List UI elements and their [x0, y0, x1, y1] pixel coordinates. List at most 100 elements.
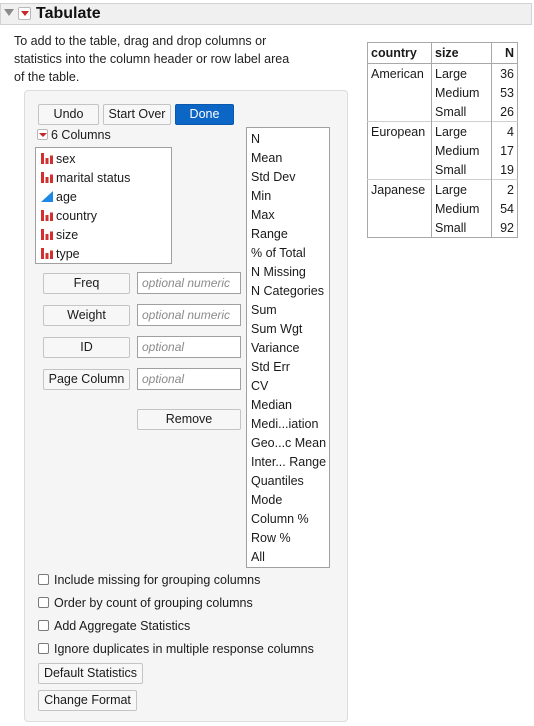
- statistic-item[interactable]: Std Err: [247, 358, 329, 377]
- column-name: age: [56, 190, 77, 204]
- n-cell: 92: [500, 220, 514, 235]
- checkbox[interactable]: [38, 643, 49, 654]
- size-cell: Small: [431, 218, 492, 238]
- statistic-item[interactable]: Column %: [247, 510, 329, 529]
- weight-role-button[interactable]: Weight: [43, 305, 130, 326]
- column-item[interactable]: type: [36, 245, 171, 264]
- size-cell: Medium: [431, 83, 492, 102]
- statistic-item[interactable]: Medi...iation: [247, 415, 329, 434]
- size-cell: Large: [431, 63, 492, 83]
- size-cell: Large: [431, 179, 492, 199]
- country-cell: American: [367, 63, 432, 83]
- statistic-item[interactable]: N: [247, 130, 329, 149]
- statistic-item[interactable]: Mean: [247, 149, 329, 168]
- collapse-triangle-icon[interactable]: [4, 9, 14, 16]
- statistic-item[interactable]: Std Dev: [247, 168, 329, 187]
- include-missing-option[interactable]: Include missing for grouping columns: [38, 573, 260, 587]
- n-cell: 36: [500, 66, 514, 81]
- country-cell: Japanese: [367, 179, 432, 199]
- statistic-item[interactable]: % of Total: [247, 244, 329, 263]
- table-row: Medium 17: [367, 141, 518, 160]
- checkbox[interactable]: [38, 620, 49, 631]
- statistic-item[interactable]: Min: [247, 187, 329, 206]
- statistic-item[interactable]: Mode: [247, 491, 329, 510]
- country-cell: [367, 141, 432, 160]
- order-by-count-option[interactable]: Order by count of grouping columns: [38, 596, 253, 610]
- statistic-item[interactable]: All: [247, 548, 329, 567]
- country-cell: [367, 83, 432, 102]
- option-label: Ignore duplicates in multiple response c…: [54, 642, 314, 656]
- checkbox[interactable]: [38, 574, 49, 585]
- id-role-button[interactable]: ID: [43, 337, 130, 358]
- change-format-button[interactable]: Change Format: [38, 690, 137, 711]
- table-row: Small 92: [367, 218, 518, 238]
- country-cell: [367, 199, 432, 218]
- bar-chart-icon: [40, 171, 54, 184]
- remove-button[interactable]: Remove: [137, 409, 241, 430]
- column-name: country: [56, 209, 97, 223]
- table-row: American Large 36: [367, 63, 518, 83]
- statistic-item[interactable]: Max: [247, 206, 329, 225]
- bar-chart-icon: [40, 209, 54, 222]
- statistic-item[interactable]: N Categories: [247, 282, 329, 301]
- tabulate-title-bar: Tabulate: [0, 3, 532, 25]
- weight-drop-field[interactable]: optional numeric: [137, 304, 241, 326]
- column-name: size: [56, 228, 79, 242]
- default-statistics-button[interactable]: Default Statistics: [38, 663, 143, 684]
- table-row: European Large 4: [367, 121, 518, 141]
- size-cell: Medium: [431, 141, 492, 160]
- option-label: Order by count of grouping columns: [54, 596, 253, 610]
- statistic-item[interactable]: Geo...c Mean: [247, 434, 329, 453]
- done-button[interactable]: Done: [175, 104, 234, 125]
- instruction-line: statistics into the column header or row…: [14, 52, 290, 66]
- statistics-list[interactable]: N Mean Std Dev Min Max Range% of Total N Missi…: [246, 127, 330, 568]
- statistic-item[interactable]: Range: [247, 225, 329, 244]
- checkbox[interactable]: [38, 597, 49, 608]
- column-item[interactable]: size: [36, 226, 171, 245]
- undo-button[interactable]: Undo: [38, 104, 99, 125]
- option-label: Include missing for grouping columns: [54, 573, 261, 587]
- results-table[interactable]: country size N American Large 36 Medium 53 Sm…: [367, 42, 518, 238]
- statistic-item[interactable]: Median: [247, 396, 329, 415]
- freq-role-button[interactable]: Freq: [43, 273, 130, 294]
- freq-drop-field[interactable]: optional numeric: [137, 272, 241, 294]
- start-over-button[interactable]: Start Over: [103, 104, 171, 125]
- column-header-country[interactable]: country: [367, 42, 432, 64]
- country-cell: European: [367, 121, 432, 141]
- statistic-item[interactable]: Sum Wgt: [247, 320, 329, 339]
- ignore-duplicates-option[interactable]: Ignore duplicates in multiple response c…: [38, 642, 314, 656]
- red-triangle-menu-icon[interactable]: [37, 129, 48, 140]
- bar-chart-icon: [40, 152, 54, 165]
- statistic-item[interactable]: Variance: [247, 339, 329, 358]
- statistic-item[interactable]: CV: [247, 377, 329, 396]
- column-header-size[interactable]: size: [431, 42, 492, 64]
- size-cell: Medium: [431, 199, 492, 218]
- n-cell: 26: [500, 104, 514, 119]
- column-item[interactable]: country: [36, 207, 171, 226]
- statistic-item[interactable]: Sum: [247, 301, 329, 320]
- ramp-triangle-icon: [40, 190, 54, 203]
- page-column-drop-field[interactable]: optional: [137, 368, 241, 390]
- bar-chart-icon: [40, 247, 54, 260]
- table-row: Japanese Large 2: [367, 179, 518, 199]
- red-triangle-menu-icon[interactable]: [18, 7, 31, 20]
- id-drop-field[interactable]: optional: [137, 336, 241, 358]
- page-column-role-button[interactable]: Page Column: [43, 369, 130, 390]
- column-name: type: [56, 247, 80, 261]
- n-cell: 53: [500, 85, 514, 100]
- statistic-item[interactable]: N Missing: [247, 263, 329, 282]
- column-list[interactable]: sex marital status age country size type: [35, 147, 172, 264]
- add-aggregate-option[interactable]: Add Aggregate Statistics: [38, 619, 190, 633]
- column-item[interactable]: marital status: [36, 169, 171, 188]
- statistic-item[interactable]: Row %: [247, 529, 329, 548]
- statistic-item[interactable]: Quantiles: [247, 472, 329, 491]
- columns-header[interactable]: 6 Columns: [37, 128, 111, 142]
- column-item[interactable]: sex: [36, 150, 171, 169]
- column-header-n[interactable]: N: [491, 42, 518, 64]
- table-row: Small 26: [367, 102, 518, 122]
- n-cell: 17: [500, 143, 514, 158]
- instructions: To add to the table, drag and drop colum…: [14, 32, 314, 86]
- statistic-item[interactable]: Inter... Range: [247, 453, 329, 472]
- table-row: Medium 53: [367, 83, 518, 102]
- column-item[interactable]: age: [36, 188, 171, 207]
